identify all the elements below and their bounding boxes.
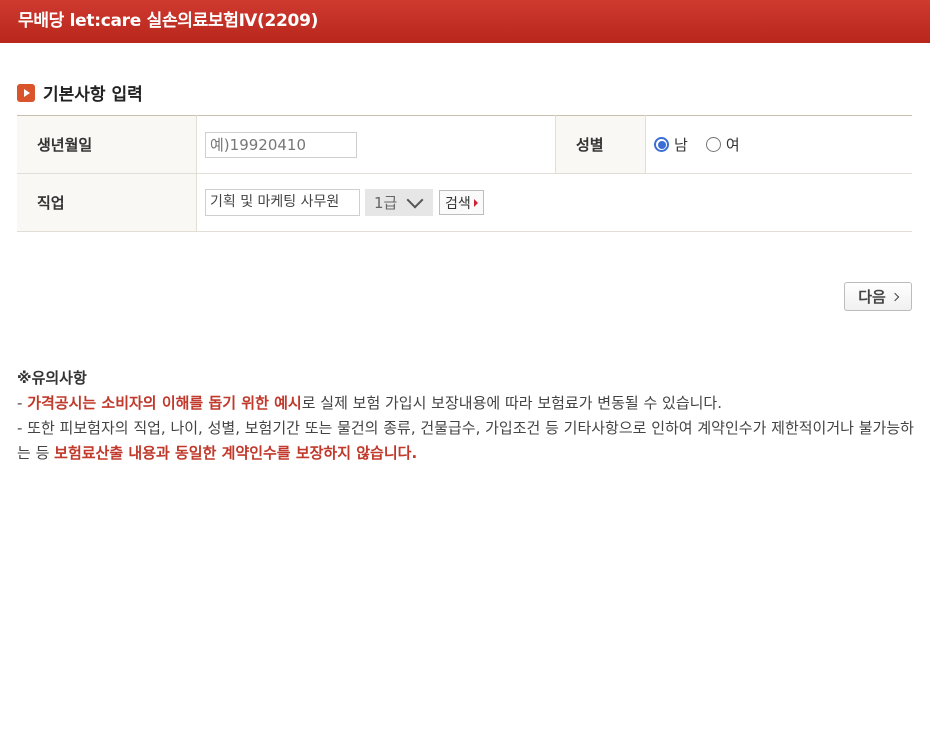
birth-cell [196, 115, 556, 174]
notice-section: ※유의사항 - 가격공시는 소비자의 이해를 돕기 위한 예시로 실제 보험 가… [17, 366, 917, 466]
gender-cell: 남 여 [645, 115, 912, 174]
job-label: 직업 [17, 173, 197, 232]
gender-female-radio[interactable] [705, 137, 721, 152]
gender-radio-group: 남 여 [654, 134, 911, 155]
notice-heading: ※유의사항 [17, 369, 87, 387]
gender-female-label[interactable]: 여 [726, 134, 740, 155]
job-field[interactable]: 기획 및 마케팅 사무원 [205, 189, 360, 216]
job-cell: 기획 및 마케팅 사무원 1급 검색 [196, 173, 912, 232]
birth-label: 생년월일 [17, 115, 197, 174]
basic-info-form: 생년월일 성별 남 여 직업 기획 및 마케팅 사무원 1급 검색 [17, 115, 912, 232]
chevron-right-icon [890, 292, 900, 301]
chevron-down-icon [406, 191, 424, 209]
arrow-right-icon [473, 198, 478, 207]
search-button-label: 검색 [445, 195, 471, 212]
gender-male-label[interactable]: 남 [674, 134, 688, 155]
grade-value: 1급 [374, 194, 398, 212]
play-bullet-icon [17, 83, 35, 102]
birth-gender-row: 생년월일 성별 남 여 [17, 115, 912, 174]
notice-line-1-emphasis: 가격공시는 소비자의 이해를 돕기 위한 예시 [27, 394, 302, 412]
window-title: 무배당 let:care 실손의료보험Ⅳ(2209) [0, 0, 930, 43]
next-button[interactable]: 다음 [844, 282, 912, 311]
notice-line-1-prefix: - [17, 394, 28, 412]
notice-line-1: - 가격공시는 소비자의 이해를 돕기 위한 예시로 실제 보험 가입시 보장내… [17, 391, 917, 416]
section-title: 기본사항 입력 [43, 85, 143, 105]
next-button-label: 다음 [858, 288, 886, 306]
notice-line-2: - 또한 피보험자의 직업, 나이, 성별, 보험기간 또는 물건의 종류, 건… [17, 416, 917, 466]
notice-line-2-emphasis: 보험료산출 내용과 동일한 계약인수를 보장하지 않습니다. [54, 444, 418, 462]
gender-male-radio[interactable] [654, 137, 669, 152]
job-row: 직업 기획 및 마케팅 사무원 1급 검색 [17, 173, 912, 232]
section-header: 기본사항 입력 [17, 80, 143, 105]
gender-label: 성별 [555, 115, 646, 174]
notice-line-1-text: 로 실제 보험 가입시 보장내용에 따라 보험료가 변동될 수 있습니다. [301, 394, 722, 412]
search-button[interactable]: 검색 [439, 190, 484, 215]
birthdate-input[interactable] [205, 131, 357, 158]
grade-select[interactable]: 1급 [365, 189, 433, 216]
